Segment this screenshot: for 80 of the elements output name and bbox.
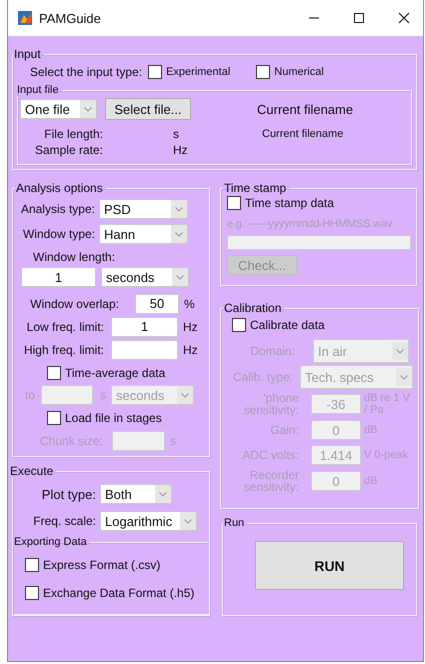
plot-type-dropdown[interactable]: Both	[100, 484, 172, 504]
unit-label: dB	[364, 475, 378, 487]
field-label: ADC volts:	[241, 449, 300, 461]
checkbox-label: Express Format (.csv)	[43, 558, 160, 572]
caret-icon	[171, 225, 187, 243]
maximize-icon[interactable]	[353, 12, 365, 24]
caret-icon	[396, 368, 412, 386]
field-label: Domain:	[249, 344, 296, 358]
high-freq-field[interactable]	[111, 340, 178, 360]
unit-label: Hz	[183, 320, 198, 334]
field-label: Window overlap:	[29, 296, 120, 310]
panel-title: Calibration	[223, 303, 282, 314]
caret-icon	[155, 485, 171, 503]
caret-icon	[392, 342, 408, 360]
checkbox[interactable]	[25, 586, 39, 600]
checkbox[interactable]	[47, 411, 61, 425]
window-length-unit-dropdown[interactable]: seconds	[101, 267, 189, 287]
current-filename: Current filename	[257, 102, 354, 116]
unit-label: Hz	[173, 143, 189, 157]
close-icon[interactable]	[398, 12, 410, 24]
format-hint: e.g. ------yyyymmdd-HHMMSS.wav	[227, 218, 392, 230]
low-freq-field[interactable]: 1	[111, 316, 178, 336]
file-mode-dropdown[interactable]: One file	[20, 99, 97, 119]
unit-label: dB re 1 V / Pa	[364, 392, 411, 416]
checkbox[interactable]	[148, 65, 162, 79]
caret-icon	[80, 100, 96, 118]
unit-label: V 0-peak	[364, 449, 410, 461]
unit-label: s	[100, 388, 107, 402]
select-file-button[interactable]: Select file...	[105, 98, 191, 120]
field-label: Gain:	[269, 424, 300, 436]
field-label: Calib. type:	[232, 370, 294, 384]
window-title: PAMGuide	[39, 10, 102, 26]
field-label: Window type:	[22, 227, 96, 241]
input-type-label: Select the input type:	[30, 65, 142, 79]
field-label: Freq. scale:	[32, 514, 97, 528]
window-type-dropdown[interactable]: Hann	[99, 224, 188, 244]
panel-title: Input	[13, 48, 42, 60]
unit-label: s	[170, 434, 176, 448]
field-label: Chunk size:	[40, 434, 104, 448]
caret-icon	[180, 512, 196, 530]
window-overlap-field[interactable]: 50	[135, 294, 179, 314]
caret-icon	[171, 200, 187, 218]
caret-icon	[172, 268, 188, 286]
checkbox[interactable]	[47, 366, 61, 380]
checkbox-label: Time stamp data	[245, 196, 334, 210]
unit-label: s	[173, 127, 180, 141]
checkbox-label: Numerical	[274, 66, 324, 78]
panel-title: Exporting Data	[13, 536, 88, 548]
field-label: High freq. limit:	[22, 342, 105, 356]
app-icon	[18, 11, 32, 25]
field-label: to	[25, 388, 36, 402]
caret-icon	[177, 386, 193, 404]
field-label: Recorder sensitivity:	[242, 469, 300, 493]
checkbox-label: Load file in stages	[65, 411, 162, 425]
field-label: Low freq. limit:	[26, 320, 105, 334]
checkbox-label: Time-average data	[65, 366, 166, 380]
checkbox[interactable]	[25, 558, 39, 572]
field-label: Window length:	[33, 250, 116, 264]
panel-title: Input file	[16, 84, 60, 96]
field-label: Plot type:	[40, 486, 97, 502]
sample-rate-label: Sample rate:	[34, 143, 103, 157]
checkbox-label: Experimental	[166, 66, 230, 78]
current-filename: Current filename	[262, 128, 344, 140]
unit-label: Hz	[183, 342, 198, 356]
run-button[interactable]: RUN	[255, 541, 404, 590]
panel-title: Run	[223, 517, 246, 529]
checkbox[interactable]	[256, 65, 270, 79]
file-length-label: File length:	[43, 127, 103, 141]
freq-scale-dropdown[interactable]: Logarithmic	[100, 511, 197, 531]
unit-label: %	[184, 296, 195, 310]
window-length-field[interactable]: 1	[21, 267, 96, 287]
analysis-type-dropdown[interactable]: PSD	[99, 199, 188, 219]
field-label: Analysis type:	[20, 202, 96, 216]
panel-title: Analysis options	[15, 182, 104, 194]
checkbox-label: Calibrate data	[250, 318, 325, 332]
field-label: 'phone sensitivity:	[242, 392, 300, 416]
panel-title: Execute	[9, 465, 54, 477]
panel-title: Time stamp	[223, 182, 288, 194]
unit-label: dB	[364, 424, 378, 436]
checkbox-label: Exchange Data Format (.h5)	[43, 586, 194, 600]
